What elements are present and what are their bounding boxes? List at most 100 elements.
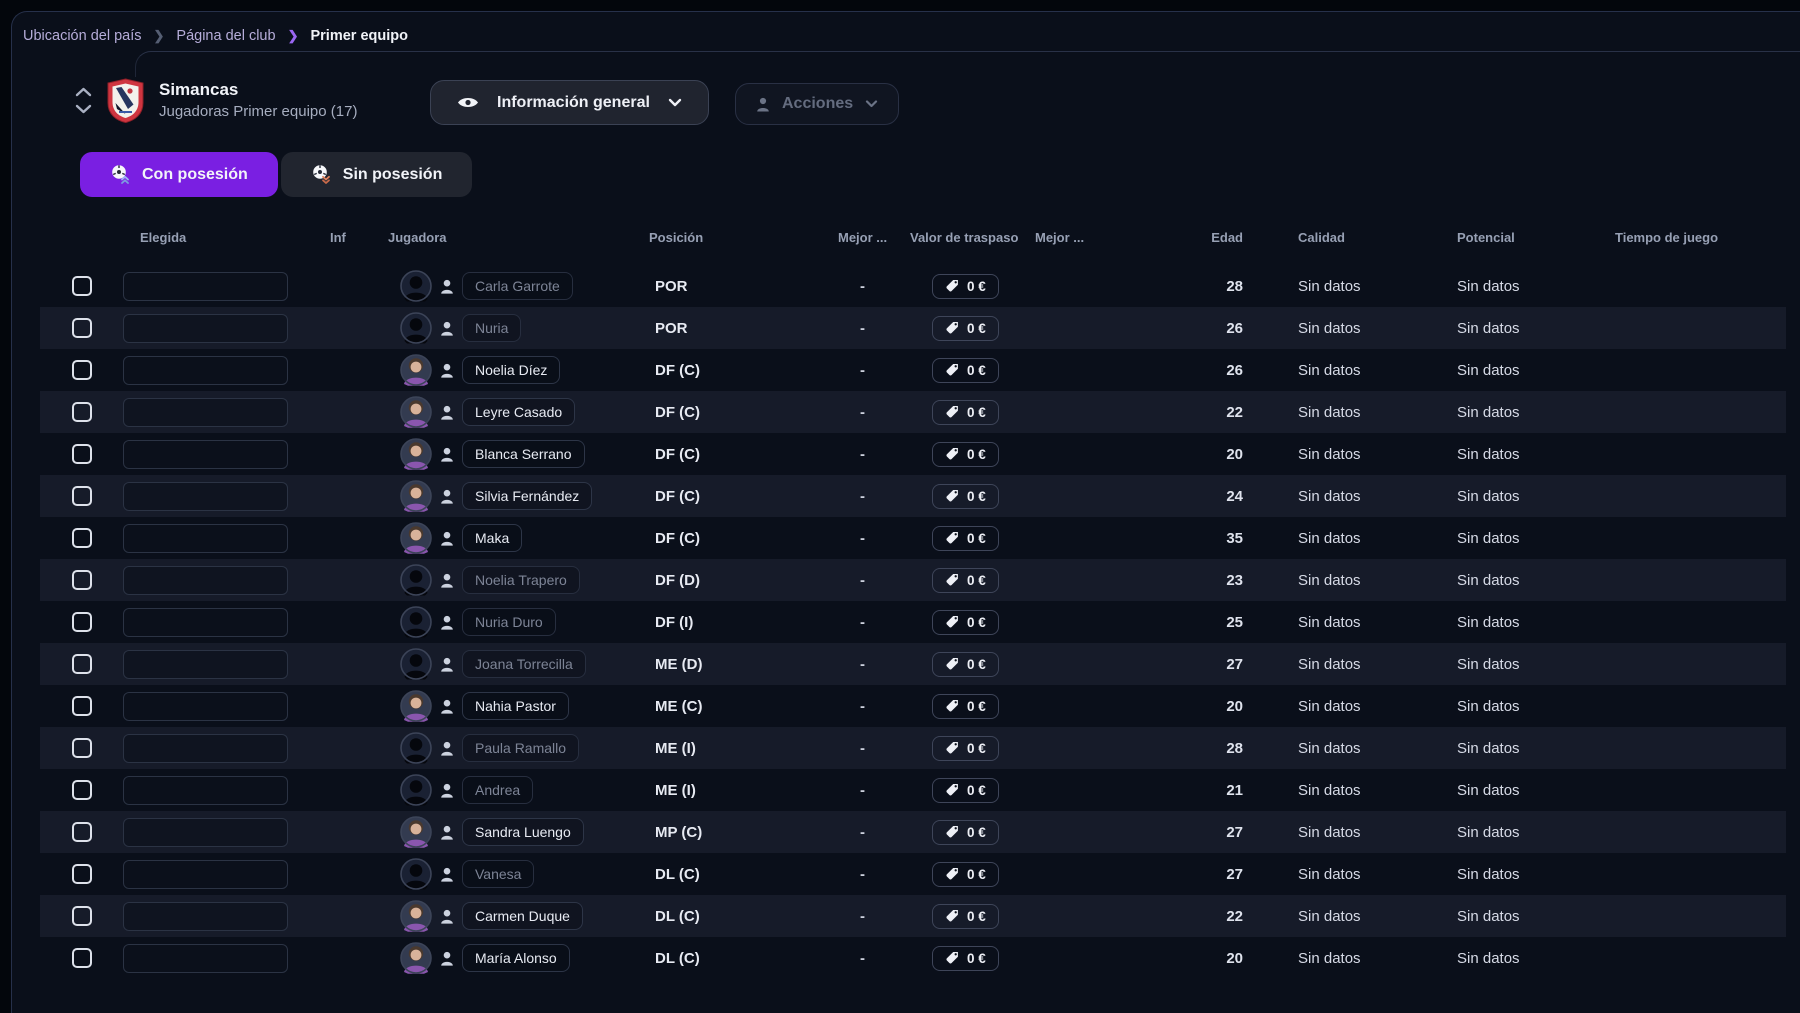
transfer-value-tag[interactable]: 0 € — [932, 610, 999, 635]
column-header-calidad[interactable]: Calidad — [1250, 230, 1410, 245]
elegida-input[interactable] — [123, 734, 288, 763]
transfer-value-tag[interactable]: 0 € — [932, 904, 999, 929]
column-header-posicion[interactable]: Posición — [645, 230, 830, 245]
player-avatar[interactable] — [400, 480, 432, 512]
player-avatar[interactable] — [400, 858, 432, 890]
column-header-tiempo[interactable]: Tiempo de juego — [1570, 230, 1786, 245]
player-avatar[interactable] — [400, 942, 432, 974]
tab-sin-posesion[interactable]: Sin posesión — [281, 152, 473, 197]
transfer-value-tag[interactable]: 0 € — [932, 484, 999, 509]
transfer-value-tag[interactable]: 0 € — [932, 862, 999, 887]
chevron-down-icon[interactable] — [75, 104, 92, 114]
elegida-input[interactable] — [123, 356, 288, 385]
transfer-value-tag[interactable]: 0 € — [932, 400, 999, 425]
player-avatar[interactable] — [400, 396, 432, 428]
player-avatar[interactable] — [400, 312, 432, 344]
elegida-input[interactable] — [123, 524, 288, 553]
elegida-input[interactable] — [123, 692, 288, 721]
player-name[interactable]: Nuria Duro — [462, 608, 556, 636]
player-name[interactable]: Nahia Pastor — [462, 692, 569, 720]
row-checkbox[interactable] — [72, 696, 92, 716]
row-checkbox[interactable] — [72, 276, 92, 296]
elegida-input[interactable] — [123, 902, 288, 931]
row-checkbox[interactable] — [72, 654, 92, 674]
player-name[interactable]: Noelia Trapero — [462, 566, 580, 594]
elegida-input[interactable] — [123, 776, 288, 805]
transfer-value-tag[interactable]: 0 € — [932, 736, 999, 761]
transfer-value-tag[interactable]: 0 € — [932, 358, 999, 383]
player-name[interactable]: Joana Torrecilla — [462, 650, 586, 678]
player-avatar[interactable] — [400, 732, 432, 764]
elegida-input[interactable] — [123, 860, 288, 889]
elegida-input[interactable] — [123, 566, 288, 595]
row-checkbox[interactable] — [72, 612, 92, 632]
row-checkbox[interactable] — [72, 822, 92, 842]
player-avatar[interactable] — [400, 690, 432, 722]
row-checkbox[interactable] — [72, 444, 92, 464]
player-name[interactable]: Nuria — [462, 314, 521, 342]
player-avatar[interactable] — [400, 774, 432, 806]
player-name[interactable]: Andrea — [462, 776, 533, 804]
transfer-value-tag[interactable]: 0 € — [932, 526, 999, 551]
row-checkbox[interactable] — [72, 528, 92, 548]
row-checkbox[interactable] — [72, 570, 92, 590]
elegida-input[interactable] — [123, 650, 288, 679]
column-header-mejor-2[interactable]: Mejor ... — [1030, 230, 1160, 245]
breadcrumb-item-club[interactable]: Página del club — [176, 28, 275, 44]
view-dropdown-button[interactable]: Información general — [430, 80, 709, 125]
breadcrumb-item-country[interactable]: Ubicación del país — [23, 28, 142, 44]
elegida-input[interactable] — [123, 608, 288, 637]
transfer-value-tag[interactable]: 0 € — [932, 820, 999, 845]
player-avatar[interactable] — [400, 900, 432, 932]
column-header-mejor-1[interactable]: Mejor ... — [830, 230, 900, 245]
column-header-edad[interactable]: Edad — [1160, 230, 1250, 245]
column-header-potencial[interactable]: Potencial — [1410, 230, 1570, 245]
player-name[interactable]: Maka — [462, 524, 522, 552]
player-name[interactable]: Noelia Díez — [462, 356, 560, 384]
row-checkbox[interactable] — [72, 738, 92, 758]
row-checkbox[interactable] — [72, 864, 92, 884]
player-name[interactable]: Silvia Fernández — [462, 482, 592, 510]
player-avatar[interactable] — [400, 606, 432, 638]
transfer-value-tag[interactable]: 0 € — [932, 778, 999, 803]
actions-dropdown-button[interactable]: Acciones — [735, 83, 899, 125]
row-checkbox[interactable] — [72, 948, 92, 968]
player-name[interactable]: Carla Garrote — [462, 272, 573, 300]
row-checkbox[interactable] — [72, 402, 92, 422]
elegida-input[interactable] — [123, 398, 288, 427]
player-name[interactable]: María Alonso — [462, 944, 570, 972]
elegida-input[interactable] — [123, 482, 288, 511]
row-checkbox[interactable] — [72, 318, 92, 338]
elegida-input[interactable] — [123, 440, 288, 469]
player-name[interactable]: Leyre Casado — [462, 398, 575, 426]
transfer-value-tag[interactable]: 0 € — [932, 694, 999, 719]
row-checkbox[interactable] — [72, 486, 92, 506]
transfer-value-tag[interactable]: 0 € — [932, 946, 999, 971]
row-checkbox[interactable] — [72, 360, 92, 380]
chevron-up-icon[interactable] — [75, 87, 92, 97]
column-header-elegida[interactable]: Elegida — [110, 230, 300, 245]
player-avatar[interactable] — [400, 354, 432, 386]
elegida-input[interactable] — [123, 314, 288, 343]
column-header-jugadora[interactable]: Jugadora — [388, 230, 645, 245]
transfer-value-tag[interactable]: 0 € — [932, 274, 999, 299]
player-avatar[interactable] — [400, 648, 432, 680]
transfer-value-tag[interactable]: 0 € — [932, 316, 999, 341]
player-name[interactable]: Paula Ramallo — [462, 734, 579, 762]
elegida-input[interactable] — [123, 272, 288, 301]
player-name[interactable]: Blanca Serrano — [462, 440, 585, 468]
elegida-input[interactable] — [123, 944, 288, 973]
transfer-value-tag[interactable]: 0 € — [932, 568, 999, 593]
player-name[interactable]: Sandra Luengo — [462, 818, 584, 846]
row-checkbox[interactable] — [72, 906, 92, 926]
player-avatar[interactable] — [400, 522, 432, 554]
tab-con-posesion[interactable]: Con posesión — [80, 152, 278, 197]
player-avatar[interactable] — [400, 438, 432, 470]
transfer-value-tag[interactable]: 0 € — [932, 652, 999, 677]
row-checkbox[interactable] — [72, 780, 92, 800]
column-header-inf[interactable]: Inf — [300, 230, 388, 245]
player-name[interactable]: Carmen Duque — [462, 902, 583, 930]
transfer-value-tag[interactable]: 0 € — [932, 442, 999, 467]
player-name[interactable]: Vanesa — [462, 860, 534, 888]
elegida-input[interactable] — [123, 818, 288, 847]
